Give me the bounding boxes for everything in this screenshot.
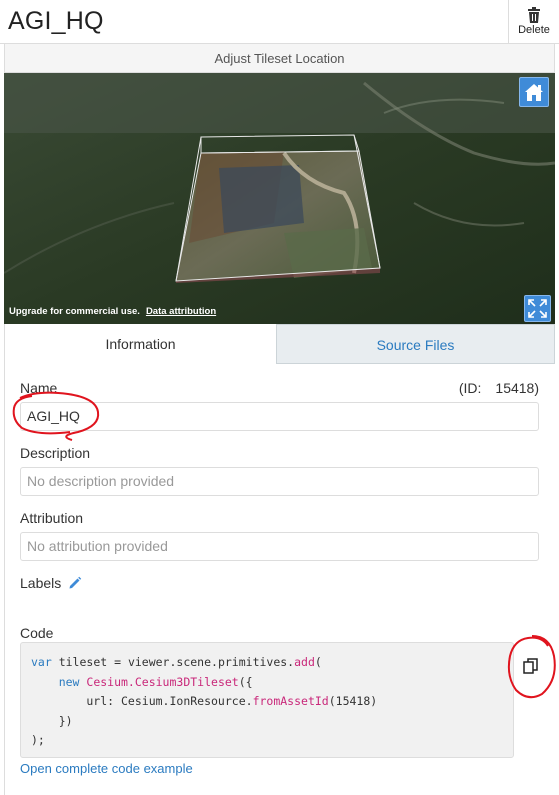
home-button[interactable]: [519, 77, 549, 107]
information-panel: Name (ID: 15418) AGI_HQ Description No de…: [4, 364, 555, 795]
cesium-viewer[interactable]: Upgrade for commercial use. Data attribut…: [4, 73, 555, 324]
name-label: Name: [20, 380, 58, 396]
fullscreen-icon: [528, 299, 547, 318]
description-label: Description: [20, 445, 91, 461]
description-field[interactable]: No description provided: [20, 467, 539, 496]
credit-message: Upgrade for commercial use.: [9, 306, 140, 317]
code-snippet[interactable]: var tileset = viewer.scene.primitives.ad…: [20, 642, 514, 758]
attribution-field[interactable]: No attribution provided: [20, 532, 539, 561]
name-field[interactable]: AGI_HQ: [20, 402, 539, 431]
code-line: url: Cesium.IonResource.fromAssetId(1541…: [31, 694, 378, 708]
id-label: (ID:: [458, 380, 482, 396]
copy-icon[interactable]: [523, 658, 539, 676]
code-line: var tileset = viewer.scene.primitives.ad…: [31, 655, 322, 669]
tab-bar: Information Source Files: [4, 324, 555, 364]
aerial-scene-image: [4, 73, 555, 324]
asset-id: (ID: 15418): [459, 380, 539, 396]
tab-source-files[interactable]: Source Files: [276, 324, 555, 364]
code-line: }): [31, 713, 73, 728]
data-attribution-link[interactable]: Data attribution: [146, 306, 216, 317]
fullscreen-button[interactable]: [524, 295, 551, 322]
header: AGI_HQ Delete: [0, 0, 559, 44]
pencil-icon[interactable]: [68, 576, 82, 590]
credit-text: Upgrade for commercial use. Data attribut…: [9, 306, 216, 317]
code-line: );: [31, 733, 45, 747]
adjust-tileset-location-button[interactable]: Adjust Tileset Location: [4, 44, 555, 73]
attribution-label: Attribution: [20, 510, 84, 526]
home-icon: [525, 84, 543, 101]
id-value: 15418): [495, 380, 539, 396]
delete-button[interactable]: Delete: [508, 0, 559, 43]
page-title: AGI_HQ: [8, 7, 104, 35]
delete-label: Delete: [518, 24, 550, 36]
open-code-example-link[interactable]: Open complete code example: [20, 761, 193, 776]
tab-information[interactable]: Information: [4, 324, 276, 364]
code-label: Code: [20, 625, 54, 641]
labels-label: Labels: [20, 575, 62, 591]
trash-icon: [528, 7, 540, 23]
code-line: new Cesium.Cesium3DTileset({: [31, 674, 253, 689]
